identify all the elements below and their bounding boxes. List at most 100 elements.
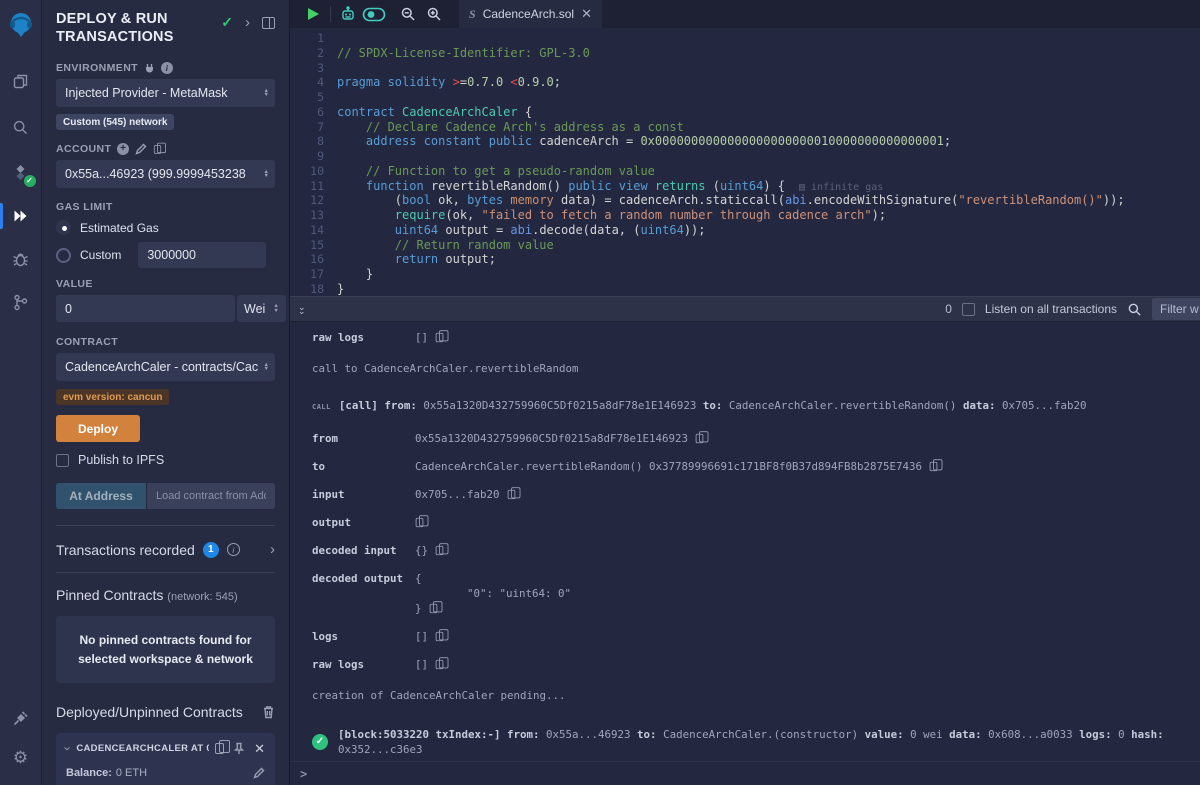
add-account-icon[interactable]: +	[117, 143, 129, 155]
close-tab-icon[interactable]: ✕	[581, 6, 592, 22]
custom-gas-radio[interactable]	[56, 248, 71, 263]
network-badge: Custom (545) network	[56, 114, 174, 130]
environment-select[interactable]: Injected Provider - MetaMask ▲▼	[56, 79, 275, 107]
plugin-manager-icon[interactable]	[0, 699, 42, 737]
terminal-entry[interactable]: decoded output{ "0": "uint64: 0"}	[312, 571, 1200, 616]
value-input[interactable]	[56, 295, 235, 322]
copy-contract-address-icon[interactable]	[215, 743, 224, 754]
file-explorer-icon[interactable]	[0, 62, 42, 100]
copy-icon[interactable]	[696, 434, 704, 443]
deploy-run-icon[interactable]	[0, 197, 42, 235]
custom-gas-input[interactable]	[138, 242, 266, 268]
settings-gear-icon[interactable]: ⚙	[0, 739, 42, 777]
account-select[interactable]: 0x55a...46923 (999.9999453238 ▲▼	[56, 160, 275, 188]
run-script-play-icon[interactable]	[300, 0, 326, 28]
solidity-compiler-icon[interactable]: ✓	[0, 153, 42, 191]
contract-select[interactable]: CadenceArchCaler - contracts/Cac ▲▼	[56, 353, 275, 381]
code-line: 8 address constant public cadenceArch = …	[290, 134, 1200, 149]
value-unit-select[interactable]: Wei ▲▼	[237, 295, 286, 322]
line-number: 11	[290, 179, 337, 194]
balance-label: Balance:	[66, 767, 112, 779]
at-address-button[interactable]: At Address	[56, 483, 146, 509]
tab-label: CadenceArch.sol	[483, 7, 574, 21]
search-icon[interactable]	[0, 108, 42, 146]
terminal-entry[interactable]: raw logs[]	[312, 657, 1200, 672]
remix-logo[interactable]	[0, 6, 42, 44]
edit-balance-icon[interactable]	[253, 767, 265, 779]
line-number: 7	[290, 120, 337, 135]
transactions-recorded-label: Transactions recorded	[56, 542, 195, 558]
terminal-entry[interactable]: decoded input{}	[312, 543, 1200, 558]
code-editor[interactable]: 12// SPDX-License-Identifier: GPL-3.034p…	[290, 28, 1200, 296]
line-number: 10	[290, 164, 337, 179]
terminal-search-icon[interactable]	[1127, 302, 1142, 317]
copy-icon[interactable]	[429, 604, 437, 613]
copy-icon[interactable]	[436, 333, 444, 342]
code-line: 1	[290, 31, 1200, 46]
copilot-toggle-icon[interactable]	[361, 0, 387, 28]
copy-icon[interactable]	[436, 546, 444, 555]
transactions-info-icon[interactable]: i	[227, 543, 240, 556]
terminal-entry[interactable]: call to CadenceArchCaler.revertibleRando…	[312, 361, 1200, 376]
git-icon[interactable]	[0, 283, 42, 321]
transactions-recorded-row[interactable]: Transactions recorded 1 i ›	[56, 526, 275, 572]
line-number: 13	[290, 208, 337, 223]
terminal-entry[interactable]: CALL[call] from: 0x55a1320D432759960C5Df…	[312, 398, 1200, 415]
zoom-in-icon[interactable]	[421, 0, 447, 28]
pin-side-panel-icon[interactable]	[262, 17, 275, 29]
code-line: 16 return output;	[290, 252, 1200, 267]
copy-account-icon[interactable]	[154, 145, 161, 154]
copy-icon[interactable]	[507, 490, 515, 499]
terminal-entry[interactable]: from0x55a1320D432759960C5Df0215a8dF78e1E…	[312, 431, 1200, 446]
terminal-prompt[interactable]: >	[290, 761, 1200, 785]
transactions-chevron-icon[interactable]: ›	[270, 541, 275, 558]
line-number: 17	[290, 267, 337, 282]
terminal-filter-input[interactable]	[1152, 298, 1200, 320]
deploy-button[interactable]: Deploy	[56, 415, 140, 442]
environment-info-icon[interactable]: i	[161, 62, 173, 74]
publish-ipfs-checkbox[interactable]	[56, 454, 69, 467]
tab-cadencearch-sol[interactable]: S CadenceArch.sol ✕	[459, 0, 602, 28]
collapse-contract-chevron-icon[interactable]: ›	[62, 747, 75, 751]
terminal-entry[interactable]: input0x705...fab20	[312, 487, 1200, 502]
expand-chevron-icon[interactable]: ›	[245, 15, 250, 30]
copy-icon[interactable]	[436, 660, 444, 669]
code-line: 9	[290, 149, 1200, 164]
code-line: 17 }	[290, 267, 1200, 282]
estimated-gas-text: Estimated Gas	[80, 221, 159, 235]
custom-gas-option[interactable]: Custom	[56, 242, 275, 268]
code-line: 12 (bool ok, bytes memory data) = cadenc…	[290, 193, 1200, 208]
code-line: 14 uint64 output = abi.decode(data, (uin…	[290, 223, 1200, 238]
terminal-entry[interactable]: ✓[block:5033220 txIndex:-] from: 0x55a..…	[312, 727, 1200, 757]
debugger-icon[interactable]	[0, 240, 42, 278]
panel-title: DEPLOY & RUN TRANSACTIONS	[56, 10, 188, 46]
plug-mini-icon[interactable]	[144, 63, 155, 74]
terminal-entry[interactable]: creation of CadenceArchCaler pending...	[312, 688, 1200, 703]
publish-ipfs-text: Publish to IPFS	[78, 453, 164, 467]
code-line: 2// SPDX-License-Identifier: GPL-3.0	[290, 46, 1200, 61]
listen-all-checkbox[interactable]	[962, 303, 975, 316]
remove-contract-icon[interactable]: ✕	[254, 742, 265, 755]
publish-ipfs-option[interactable]: Publish to IPFS	[56, 453, 275, 467]
terminal-entry[interactable]: logs[]	[312, 629, 1200, 644]
at-address-input[interactable]	[147, 483, 275, 509]
clear-deployed-trash-icon[interactable]	[262, 705, 275, 719]
collapse-terminal-icon[interactable]: ⌄⌄	[298, 305, 306, 314]
line-number: 15	[290, 238, 337, 253]
terminal-entry[interactable]: raw logs[]	[312, 330, 1200, 345]
pinned-empty-message: No pinned contracts found for selected w…	[56, 616, 275, 683]
code-line: 18}	[290, 282, 1200, 296]
terminal-entry[interactable]: output	[312, 515, 1200, 530]
copy-icon[interactable]	[416, 518, 424, 527]
line-number: 2	[290, 46, 337, 61]
estimated-gas-radio[interactable]	[56, 220, 71, 235]
estimated-gas-option[interactable]: Estimated Gas	[56, 220, 275, 235]
ai-assistant-robot-icon[interactable]	[335, 0, 361, 28]
terminal-entry[interactable]: toCadenceArchCaler.revertibleRandom() 0x…	[312, 459, 1200, 474]
copy-icon[interactable]	[436, 632, 444, 641]
copy-icon[interactable]	[930, 462, 938, 471]
terminal-output[interactable]: raw logs[] call to CadenceArchCaler.rever…	[290, 322, 1200, 761]
pin-contract-icon[interactable]	[233, 742, 245, 755]
edit-account-icon[interactable]	[135, 143, 147, 155]
zoom-out-icon[interactable]	[395, 0, 421, 28]
